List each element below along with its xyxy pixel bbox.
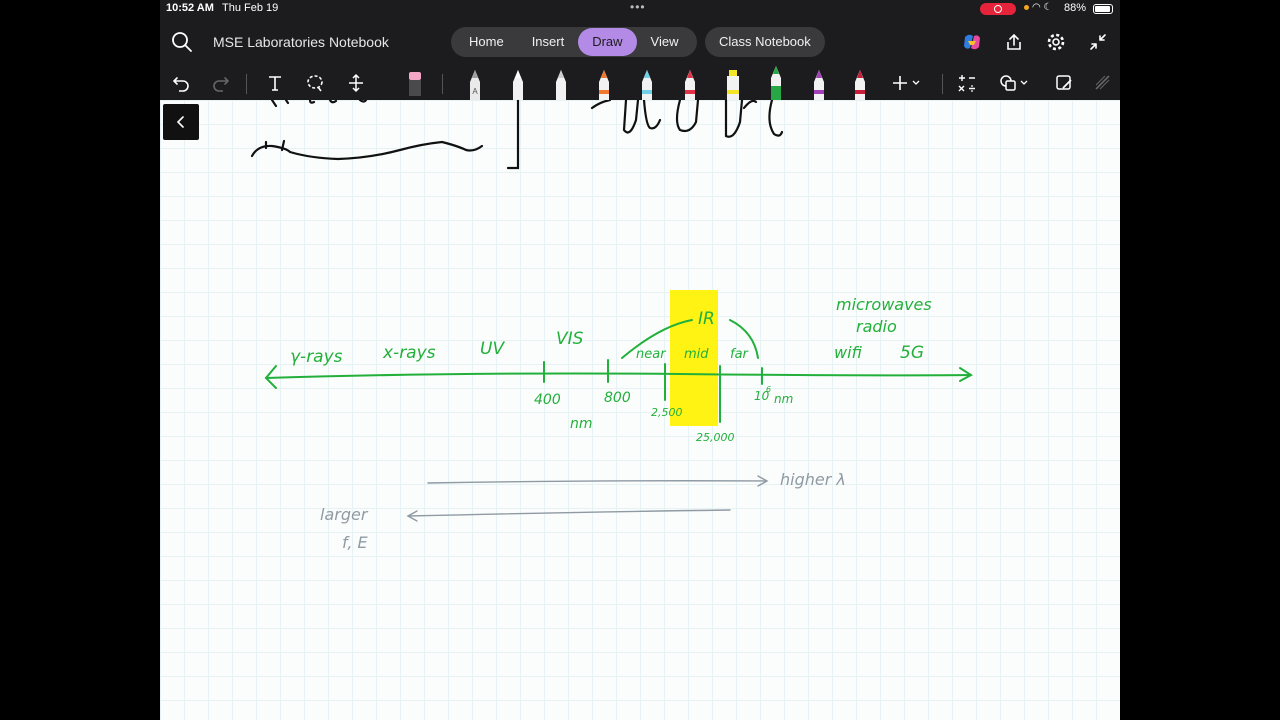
app-window: 10:52 AM Thu Feb 19 ••• ◠ ☾ 88% MSE Labo… — [160, 0, 1120, 720]
tab-home[interactable]: Home — [455, 28, 518, 56]
pen-light-blue-icon[interactable] — [637, 66, 657, 100]
back-button[interactable] — [163, 104, 199, 140]
tick-nm-2: nm — [774, 392, 793, 406]
label-near: near — [636, 347, 667, 362]
screen-recording-icon[interactable] — [980, 3, 1016, 15]
undo-icon[interactable] — [168, 70, 194, 96]
label-x-rays: x-rays — [382, 343, 436, 363]
label-gamma-rays: γ-rays — [290, 347, 343, 367]
tab-view[interactable]: View — [637, 28, 693, 56]
toolbar-divider — [942, 74, 943, 94]
add-space-icon[interactable] — [343, 70, 369, 96]
pen-crimson-icon[interactable] — [850, 66, 870, 100]
label-5g: 5G — [900, 343, 924, 363]
notebook-canvas[interactable]: γ-rays x-rays UV VIS IR near mid far mic… — [160, 100, 1120, 720]
gray-notes: higher λ larger f, E — [320, 470, 846, 552]
share-icon[interactable] — [1002, 30, 1026, 54]
label-uv: UV — [480, 339, 505, 359]
battery-icon — [1093, 4, 1113, 14]
tick-10-exponent: 6 — [766, 385, 771, 394]
class-notebook-button[interactable]: Class Notebook — [705, 27, 825, 57]
pen-silver-icon[interactable] — [551, 66, 571, 100]
status-date: Thu Feb 19 — [222, 2, 279, 14]
label-ir: IR — [698, 309, 715, 329]
pen-red-icon[interactable] — [680, 66, 700, 100]
shapes-icon[interactable] — [996, 70, 1032, 96]
tick-25000: 25,000 — [696, 431, 735, 444]
redo-icon[interactable] — [208, 70, 234, 96]
gray-arrows — [406, 475, 769, 522]
status-bar: 10:52 AM Thu Feb 19 ••• ◠ ☾ 88% — [160, 0, 1120, 18]
note-f-e: f, E — [342, 533, 369, 552]
tick-800: 800 — [604, 390, 631, 406]
highlighter-yellow-icon[interactable] — [723, 66, 743, 100]
ink-to-shape-icon[interactable] — [1051, 70, 1077, 96]
add-pen-icon[interactable] — [888, 70, 924, 96]
toolbar-divider — [246, 74, 247, 94]
wifi-icon: ◠ — [1032, 2, 1041, 13]
ink-layer: γ-rays x-rays UV VIS IR near mid far mic… — [250, 100, 973, 552]
tick-400: 400 — [534, 392, 561, 408]
pen-green-icon[interactable] — [766, 66, 786, 100]
label-mid: mid — [684, 347, 709, 362]
status-time: 10:52 AM — [166, 2, 214, 14]
title-actions — [960, 30, 1110, 54]
chevron-left-icon — [176, 116, 184, 128]
lasso-icon[interactable] — [302, 70, 328, 96]
collapse-icon[interactable] — [1086, 30, 1110, 54]
multitasking-dots-icon[interactable]: ••• — [630, 0, 646, 14]
moon-icon: ☾ — [1043, 2, 1053, 13]
note-higher-lambda: higher λ — [780, 470, 846, 489]
tick-2500: 2,500 — [651, 406, 683, 419]
tab-draw[interactable]: Draw — [578, 28, 637, 56]
title-bar: MSE Laboratories Notebook Home Insert Dr… — [160, 18, 1120, 66]
label-vis: VIS — [556, 329, 584, 349]
system-icons: ◠ ☾ — [1024, 2, 1052, 13]
pen-purple-icon[interactable] — [809, 66, 829, 100]
pen-gray-icon[interactable]: A — [465, 66, 485, 100]
search-icon[interactable] — [170, 30, 194, 54]
label-wifi: wifi — [834, 343, 863, 362]
label-far: far — [730, 347, 750, 362]
pen-white-icon[interactable] — [508, 66, 528, 100]
note-larger: larger — [320, 505, 369, 524]
black-ink-strokes — [250, 100, 784, 170]
draw-toolbar: A — [160, 66, 1120, 100]
label-radio: radio — [856, 317, 897, 336]
gear-icon[interactable] — [1044, 30, 1068, 54]
label-microwaves: microwaves — [836, 295, 932, 314]
text-icon[interactable] — [262, 70, 288, 96]
mic-indicator-icon — [1024, 4, 1029, 10]
pen-orange-icon[interactable] — [594, 66, 614, 100]
tick-nm-1: nm — [570, 416, 593, 432]
battery-percent: 88% — [1064, 2, 1087, 14]
spectrum-labels: γ-rays x-rays UV VIS IR near mid far mic… — [290, 295, 932, 444]
copilot-icon[interactable] — [960, 30, 984, 54]
notebook-title[interactable]: MSE Laboratories Notebook — [213, 34, 389, 50]
svg-text:A: A — [472, 87, 478, 96]
toolbar-divider — [442, 74, 443, 94]
tab-insert[interactable]: Insert — [518, 28, 579, 56]
ribbon-tabs: Home Insert Draw View — [451, 27, 697, 57]
ruler-icon[interactable] — [1090, 70, 1116, 96]
math-icon[interactable] — [954, 70, 980, 96]
eraser-icon[interactable] — [402, 70, 428, 96]
